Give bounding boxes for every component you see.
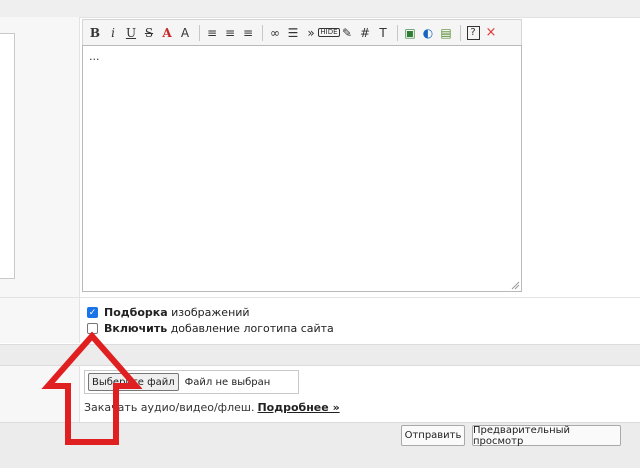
gallery-label: изображений xyxy=(167,306,250,319)
quote-icon[interactable]: » xyxy=(303,25,319,41)
no-file-text: Файл не выбран xyxy=(184,376,271,388)
align-left-icon[interactable]: ≡ xyxy=(204,25,220,41)
edit-icon[interactable]: ✎ xyxy=(339,25,355,41)
font-size-icon[interactable]: A xyxy=(177,25,193,41)
logo-label: добавление логотипа сайта xyxy=(167,322,334,335)
annotation-arrow-icon xyxy=(41,331,142,445)
align-center-icon[interactable]: ≡ xyxy=(222,25,238,41)
typography-icon[interactable]: T xyxy=(375,25,391,41)
italic-icon[interactable]: i xyxy=(105,25,121,41)
image-icon[interactable]: ▣ xyxy=(402,25,418,41)
video-icon[interactable]: ▤ xyxy=(438,25,454,41)
gallery-option[interactable]: ✓ Подборка изображений xyxy=(87,306,250,319)
list-icon[interactable]: ☰ xyxy=(285,25,301,41)
message-textarea[interactable]: ... xyxy=(82,45,522,292)
submit-button[interactable]: Отправить xyxy=(401,425,465,446)
gallery-label-bold: Подборка xyxy=(104,306,168,319)
left-textarea-edge[interactable] xyxy=(0,33,15,279)
divider xyxy=(0,297,640,298)
align-right-icon[interactable]: ≡ xyxy=(240,25,256,41)
toolbar-divider xyxy=(199,24,200,41)
top-panel xyxy=(0,0,640,18)
toolbar-divider xyxy=(460,24,461,41)
close-icon[interactable]: × xyxy=(483,25,499,41)
toolbar-divider xyxy=(397,24,398,41)
help-glyph: ? xyxy=(466,25,480,40)
preview-button[interactable]: Предварительный просмотр xyxy=(472,425,621,447)
link-icon[interactable]: ∞ xyxy=(267,25,283,41)
underline-icon[interactable]: U xyxy=(123,25,139,41)
editor-toolbar: B i U S A A ≡ ≡ ≡ ∞ ☰ » HIDE ✎ # T ▣ ◐ ▤… xyxy=(82,19,522,45)
flash-icon[interactable]: ◐ xyxy=(420,25,436,41)
help-icon[interactable]: ? xyxy=(465,25,481,41)
bold-icon[interactable]: B xyxy=(87,25,103,41)
more-link[interactable]: Подробнее » xyxy=(257,401,339,414)
hide-icon[interactable]: HIDE xyxy=(318,25,340,41)
editor-content: ... xyxy=(89,50,100,63)
gallery-checkbox[interactable]: ✓ xyxy=(87,307,98,318)
resize-handle-icon[interactable] xyxy=(511,281,520,290)
hash-icon[interactable]: # xyxy=(357,25,373,41)
strikethrough-icon[interactable]: S xyxy=(141,25,157,41)
hide-label: HIDE xyxy=(318,28,340,37)
toolbar-divider xyxy=(262,24,263,41)
text-color-icon[interactable]: A xyxy=(159,25,175,41)
